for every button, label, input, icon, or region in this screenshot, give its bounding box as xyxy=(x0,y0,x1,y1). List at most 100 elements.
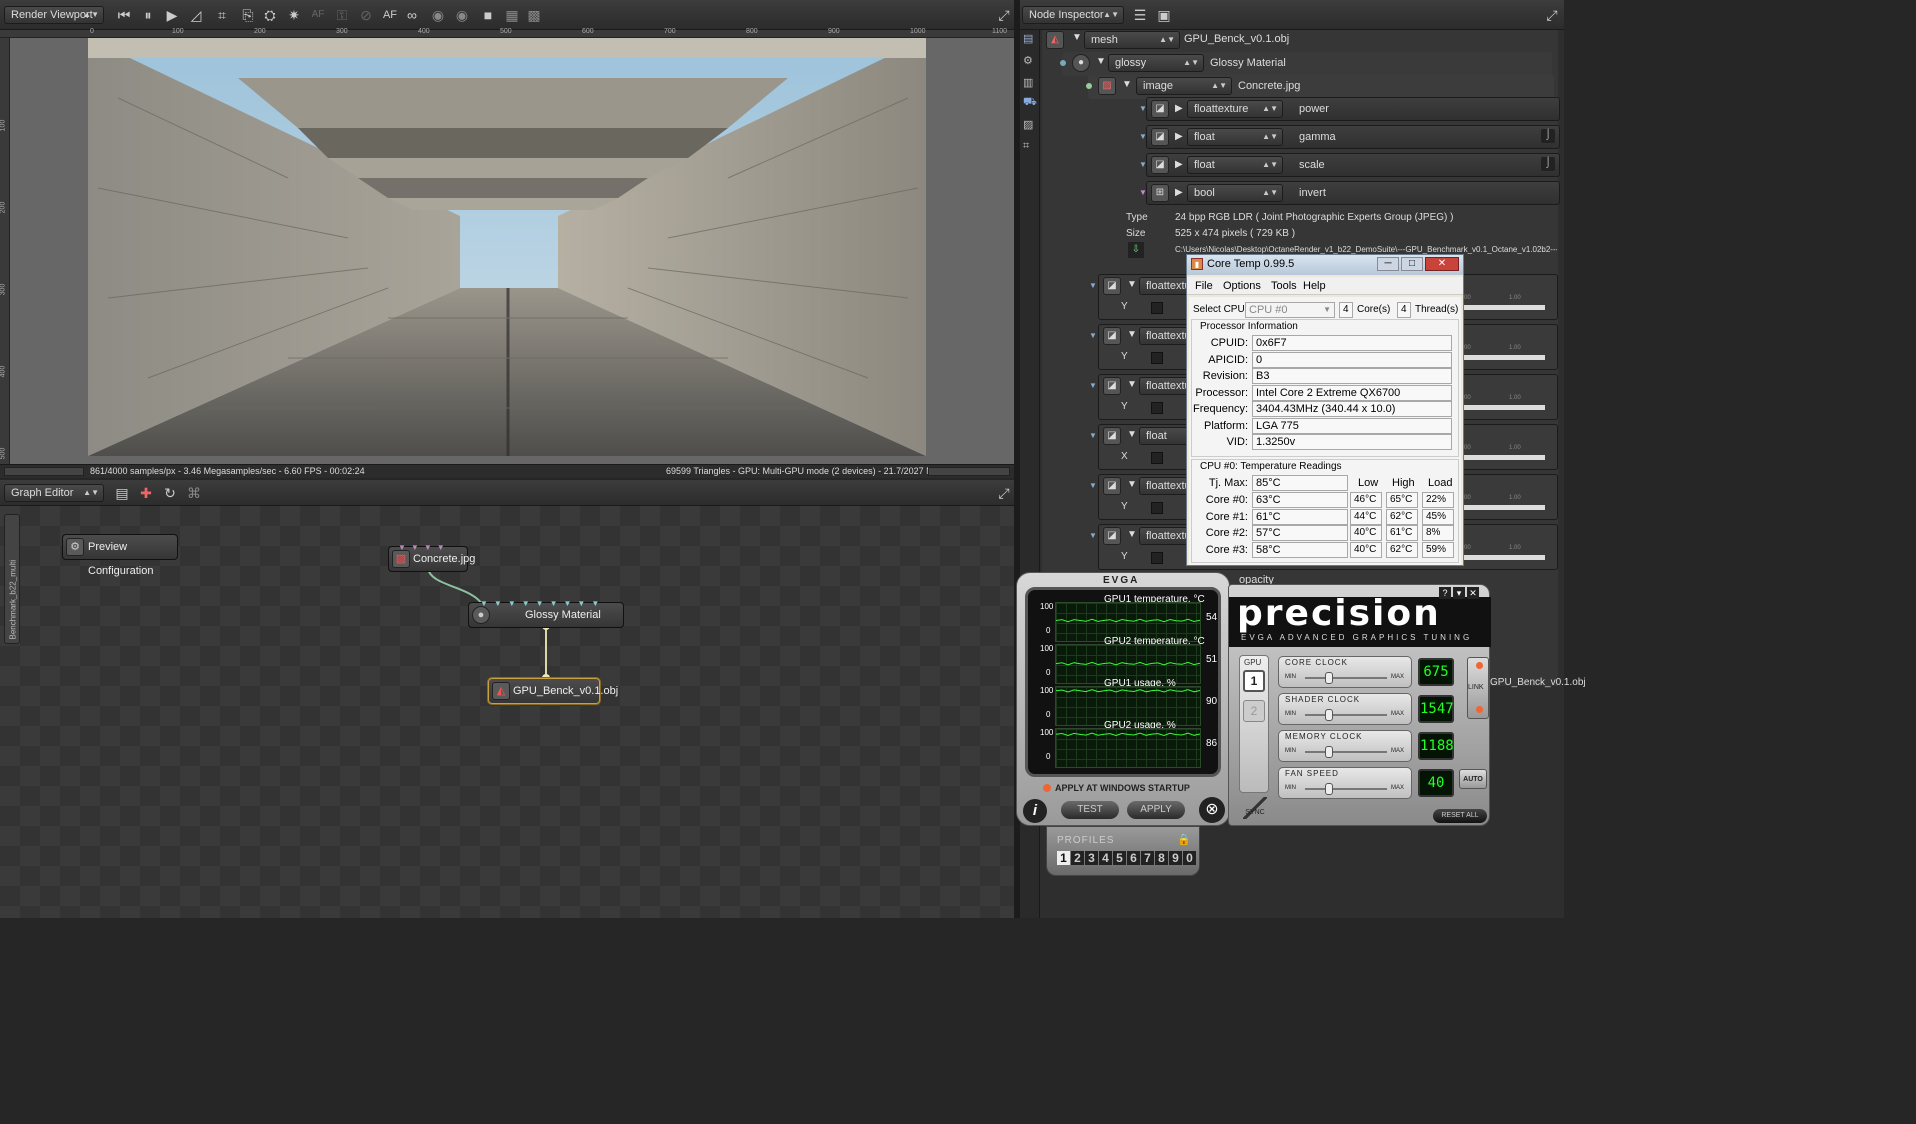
collapse-icon[interactable]: ☰ xyxy=(1130,6,1150,24)
type-dropdown[interactable]: floattexture ▲▼ xyxy=(1187,100,1283,118)
clock-slider[interactable]: MEMORY CLOCK MIN MAX xyxy=(1278,730,1412,762)
viewport-dropdown[interactable]: Render Viewport ▲▼ xyxy=(4,6,104,24)
mesh-node[interactable]: ◭ GPU_Benck_v0.1.obj xyxy=(488,678,618,704)
value-slider[interactable] xyxy=(1151,402,1163,414)
arrange-icon[interactable]: ⌘ xyxy=(184,484,204,502)
skip-start-icon[interactable]: ⏮ xyxy=(114,6,134,24)
image-icon[interactable]: ▨ xyxy=(1023,118,1033,131)
node-inspector-dropdown[interactable]: Node Inspector ▲▼ xyxy=(1022,6,1124,24)
node-icon[interactable]: ⚙ xyxy=(1023,54,1033,67)
type-dropdown[interactable]: mesh ▲▼ xyxy=(1084,31,1180,49)
gpu1-button[interactable]: 1 xyxy=(1243,670,1265,692)
expand-triangle-icon[interactable]: ▼ xyxy=(1096,56,1106,67)
expand-triangle-icon[interactable]: ▼ xyxy=(1127,379,1137,390)
grid-icon[interactable]: ▦ xyxy=(502,6,522,24)
type-dropdown[interactable]: float ▲▼ xyxy=(1187,128,1283,146)
slider-thumb[interactable] xyxy=(1325,746,1333,758)
profile-key[interactable]: 2 xyxy=(1071,851,1084,865)
type-dropdown[interactable]: float ▲▼ xyxy=(1187,156,1283,174)
auto-fan-button[interactable]: AUTO xyxy=(1459,769,1487,789)
layers-icon[interactable]: ▥ xyxy=(1023,76,1033,89)
load-file-icon[interactable]: ⇩ xyxy=(1128,242,1144,258)
apply-startup-label[interactable]: APPLY AT WINDOWS STARTUP xyxy=(1055,783,1190,793)
type-dropdown[interactable]: image ▲▼ xyxy=(1136,77,1232,95)
teapot-icon[interactable]: ⛟ xyxy=(1023,96,1037,110)
expand-triangle-icon[interactable]: ▶ xyxy=(1175,159,1183,170)
maximize-icon[interactable]: ⤢ xyxy=(994,484,1014,502)
glasses-icon[interactable]: ∞ xyxy=(402,6,422,24)
minimize-button[interactable]: ▾ xyxy=(1453,587,1465,599)
material-picker-icon[interactable]: ⛭ xyxy=(260,6,280,24)
slider-thumb[interactable] xyxy=(1325,709,1333,721)
sphere2-icon[interactable]: ◉ xyxy=(452,6,472,24)
expand-triangle-icon[interactable]: ▼ xyxy=(1127,329,1137,340)
sync-button[interactable]: SYNC xyxy=(1243,797,1267,819)
refresh-icon[interactable]: ↻ xyxy=(160,484,180,502)
profile-key[interactable]: 6 xyxy=(1127,851,1140,865)
square-icon[interactable]: ■ xyxy=(478,6,498,24)
close-button[interactable]: ✕ xyxy=(1425,257,1459,271)
inspector-row-mesh[interactable]: ◭ ▼ mesh ▲▼ GPU_Benck_v0.1.obj xyxy=(1042,28,1558,52)
expand-triangle-icon[interactable]: ▼ xyxy=(1127,529,1137,540)
link-icon[interactable]: ⌡ xyxy=(1541,129,1555,143)
expand-triangle-icon[interactable]: ▼ xyxy=(1072,32,1082,43)
clock-slider[interactable]: FAN SPEED MIN MAX xyxy=(1278,767,1412,799)
profile-key[interactable]: 5 xyxy=(1113,851,1126,865)
inspector-row-power[interactable]: ▼ ◪ ▶ floattexture ▲▼ power xyxy=(1139,97,1560,121)
region-icon[interactable]: ⌗ xyxy=(212,6,232,24)
coretemp-titlebar[interactable]: ▮ Core Temp 0.99.5 ─ □ ✕ xyxy=(1187,255,1463,275)
inspector-row-scale[interactable]: ▼ ◪ ▶ float ▲▼ scale ⌡ xyxy=(1139,153,1560,177)
graph-editor-dropdown[interactable]: Graph Editor ▲▼ xyxy=(4,484,104,502)
sphere-icon[interactable]: ◉ xyxy=(428,6,448,24)
focus-picker-icon[interactable]: ◿ xyxy=(186,6,206,24)
light-icon[interactable]: ✷ xyxy=(284,6,304,24)
clock-slider[interactable]: CORE CLOCK MIN MAX xyxy=(1278,656,1412,688)
profile-key[interactable]: 0 xyxy=(1183,851,1196,865)
link-control[interactable]: LINK xyxy=(1467,657,1489,719)
file-path[interactable]: C:\Users\Nicolas\Desktop\OctaneRender_v1… xyxy=(1175,245,1557,254)
inspector-row-invert[interactable]: ▼ ⊞ ▶ bool ▲▼ invert xyxy=(1139,181,1560,205)
reset-all-button[interactable]: RESET ALL xyxy=(1433,809,1487,823)
value-slider[interactable] xyxy=(1151,352,1163,364)
maximize-icon[interactable]: ⤢ xyxy=(1542,6,1562,24)
render-image[interactable] xyxy=(88,38,926,456)
inspector-row-gamma[interactable]: ▼ ◪ ▶ float ▲▼ gamma ⌡ xyxy=(1139,125,1560,149)
profile-key[interactable]: 1 xyxy=(1057,851,1070,865)
value-slider[interactable] xyxy=(1151,552,1163,564)
menu-file[interactable]: File xyxy=(1195,280,1213,292)
expand-triangle-icon[interactable]: ▼ xyxy=(1127,279,1137,290)
camera-icon[interactable]: ⎘ xyxy=(238,6,258,24)
clock-slider[interactable]: SHADER CLOCK MIN MAX xyxy=(1278,693,1412,725)
profile-key[interactable]: 4 xyxy=(1099,851,1112,865)
minimize-button[interactable]: ─ xyxy=(1377,257,1399,271)
lock-icon[interactable]: 🔒 xyxy=(1177,833,1191,846)
add-node-icon[interactable]: ✚ xyxy=(136,484,156,502)
inspector-row-image[interactable]: ▨ ▼ image ▲▼ Concrete.jpg xyxy=(1086,75,1554,99)
expand-triangle-icon[interactable]: ▶ xyxy=(1175,103,1183,114)
menu-options[interactable]: Options xyxy=(1223,280,1261,292)
expand-triangle-icon[interactable]: ▼ xyxy=(1122,79,1132,90)
profile-key[interactable]: 3 xyxy=(1085,851,1098,865)
inspector-row-glossy[interactable]: ● ▼ glossy ▲▼ Glossy Material xyxy=(1060,52,1552,76)
profile-key[interactable]: 9 xyxy=(1169,851,1182,865)
profile-key[interactable]: 7 xyxy=(1141,851,1154,865)
expand-icon[interactable]: ▣ xyxy=(1154,6,1174,24)
maximize-button[interactable]: □ xyxy=(1401,257,1423,271)
scene-icon[interactable]: ▤ xyxy=(1023,32,1033,45)
expand-triangle-icon[interactable]: ▶ xyxy=(1175,187,1183,198)
maximize-icon[interactable]: ⤢ xyxy=(994,6,1014,24)
graph-canvas[interactable]: Benchmark_b22_multi ⚙ Preview Configurat… xyxy=(0,506,1014,918)
cpu-select[interactable]: CPU #0 ▼ xyxy=(1245,302,1335,318)
test-button[interactable]: TEST xyxy=(1061,801,1119,819)
menu-help[interactable]: Help xyxy=(1303,280,1326,292)
af-button[interactable]: AF xyxy=(380,6,400,24)
gpu2-button[interactable]: 2 xyxy=(1243,700,1265,722)
value-slider[interactable] xyxy=(1151,452,1163,464)
slider-thumb[interactable] xyxy=(1325,783,1333,795)
menu-tools[interactable]: Tools xyxy=(1271,280,1297,292)
value-slider[interactable] xyxy=(1151,502,1163,514)
type-dropdown[interactable]: bool ▲▼ xyxy=(1187,184,1283,202)
close-button[interactable]: ✕ xyxy=(1467,587,1479,599)
graph-icon[interactable]: ⌗ xyxy=(1023,140,1029,153)
slider-thumb[interactable] xyxy=(1325,672,1333,684)
